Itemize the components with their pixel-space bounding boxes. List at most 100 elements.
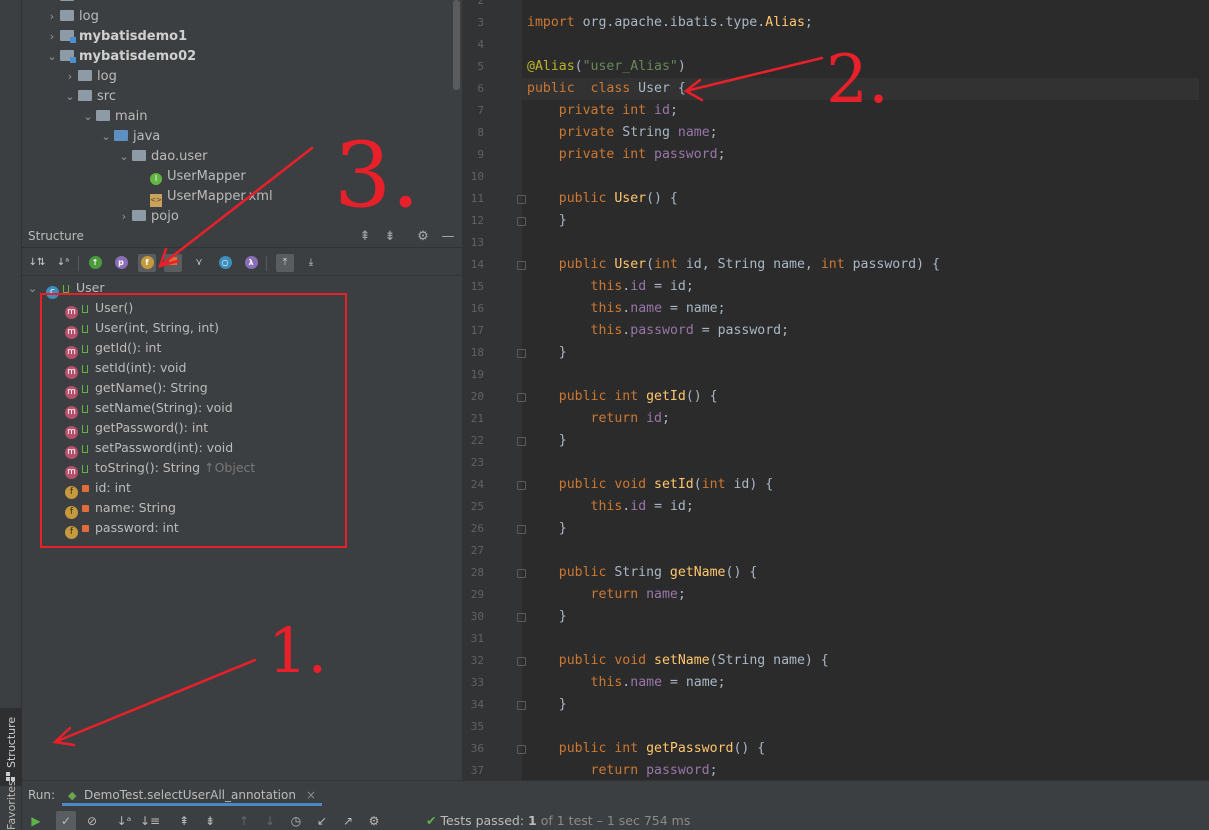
project-tree-item[interactable]: › log (62, 67, 117, 87)
minimize-icon[interactable]: — (440, 229, 456, 245)
show-non-public-icon[interactable] (164, 254, 182, 272)
project-tree-item[interactable]: ⌄ main (80, 107, 147, 127)
collapse-all-icon[interactable]: ⇟ (200, 811, 220, 830)
rerun-icon[interactable]: ▶ (26, 811, 46, 830)
code-token: public void (558, 653, 655, 668)
run-config-tab[interactable]: ◆ DemoTest.selectUserAll_annotation × (62, 784, 322, 806)
project-tree-item[interactable]: › mybatisdemo1 (44, 27, 187, 47)
show-fields-icon[interactable]: f (138, 254, 156, 272)
collapse-all-icon[interactable]: ⇟ (382, 229, 398, 245)
line-number: 4 (477, 38, 484, 51)
line-number: 35 (470, 720, 484, 733)
folder-icon (132, 210, 146, 221)
fold-marker-icon[interactable] (517, 481, 526, 490)
code-token: name (630, 675, 663, 690)
chevron-right-icon[interactable]: › (44, 0, 60, 7)
project-tree-scrollbar[interactable] (453, 0, 460, 90)
chevron-down-icon[interactable]: ⌄ (116, 147, 132, 167)
previous-failed-icon[interactable]: ↑ (234, 811, 254, 830)
folder-icon (60, 0, 74, 1)
project-tree-item[interactable]: I UserMapper (134, 167, 246, 187)
editor-scrollbar[interactable] (1199, 0, 1209, 780)
project-tree-item[interactable]: ⌄ dao.user (116, 147, 207, 167)
show-ignored-icon[interactable]: ⊘ (82, 811, 102, 830)
chevron-down-icon[interactable]: ⌄ (62, 87, 78, 107)
gear-icon[interactable]: ⚙ (364, 811, 384, 830)
folder-icon (78, 70, 92, 81)
fold-marker-icon[interactable] (517, 349, 526, 358)
code-line: public User(int id, String name, int pas… (527, 254, 940, 276)
code-line: this.name = name; (527, 298, 726, 320)
code-token: ( (574, 59, 583, 74)
chevron-down-icon[interactable]: ⌄ (98, 127, 114, 147)
export-tests-icon[interactable]: ↗ (338, 811, 358, 830)
line-number: 20 (470, 390, 484, 403)
favorites-side-tab[interactable]: Favorites (0, 780, 22, 830)
sort-alphabetically-icon[interactable]: ↓ᵃ (54, 254, 72, 272)
line-number: 28 (470, 566, 484, 579)
show-passed-icon[interactable]: ✓ (56, 811, 76, 830)
show-inherited-icon[interactable]: ↑ (86, 254, 104, 272)
project-tree-item[interactable]: <> UserMapper.xml (134, 187, 273, 207)
chevron-down-icon[interactable]: ⌄ (80, 107, 96, 127)
code-token: = name; (662, 675, 726, 690)
chevron-down-icon[interactable]: ⌄ (44, 47, 60, 67)
chevron-right-icon[interactable]: › (44, 27, 60, 47)
fold-marker-icon[interactable] (517, 261, 526, 270)
fold-marker-icon[interactable] (517, 745, 526, 754)
show-properties-icon[interactable]: p (112, 254, 130, 272)
fold-marker-icon[interactable] (517, 437, 526, 446)
code-token: ; (709, 125, 718, 140)
show-hierarchy-icon[interactable]: ⋎ (190, 254, 208, 272)
autoscroll-to-source-icon[interactable]: ⤒ (276, 254, 294, 272)
expand-all-icon[interactable]: ⇞ (357, 229, 373, 245)
chevron-right-icon[interactable]: › (44, 7, 60, 27)
fold-marker-icon[interactable] (517, 613, 526, 622)
autoscroll-from-source-icon[interactable]: ⤓ (302, 254, 320, 272)
fold-marker-icon[interactable] (517, 217, 526, 226)
test-history-icon[interactable]: ◷ (286, 811, 306, 830)
code-token: public class (527, 81, 639, 96)
chevron-right-icon[interactable]: › (62, 67, 78, 87)
chevron-right-icon[interactable]: › (116, 207, 132, 226)
fold-marker-icon[interactable] (517, 525, 526, 534)
project-tree-item[interactable]: › idea (44, 0, 107, 7)
sort-alphabetically-icon[interactable]: ↓ᵃ (114, 811, 134, 830)
code-token: password (630, 323, 694, 338)
project-tree-item[interactable]: ⌄ mybatisdemo02 (44, 47, 196, 67)
code-token: public (558, 565, 615, 580)
line-number: 7 (477, 104, 484, 117)
fold-marker-icon[interactable] (517, 701, 526, 710)
code-token: public int (558, 741, 647, 756)
fold-marker-icon[interactable] (517, 393, 526, 402)
code-editor[interactable]: 2 3 4 5 6 7 8 9 10 11 12 13 14 15 16 17 18 19 20 21 22 23 24 25… (462, 0, 1209, 780)
fold-marker-icon[interactable] (517, 195, 526, 204)
fold-marker-icon[interactable] (517, 657, 526, 666)
show-lambdas-icon[interactable]: λ (242, 254, 260, 272)
code-token: () { (733, 741, 766, 756)
import-tests-icon[interactable]: ↙ (312, 811, 332, 830)
structure-side-tab[interactable]: Structure (0, 708, 22, 786)
project-tree-item[interactable]: › pojo (116, 207, 179, 226)
code-token: String (614, 565, 670, 580)
project-tree-item[interactable]: ⌄ java (98, 127, 160, 147)
fold-marker-icon[interactable] (517, 569, 526, 578)
sort-by-visibility-icon[interactable]: ↓⇅ (28, 254, 46, 272)
show-anonymous-icon[interactable]: ○ (216, 254, 234, 272)
line-number: 11 (470, 192, 484, 205)
project-tree-item-label: main (115, 109, 148, 124)
project-tree: ›idea›log›mybatisdemo1⌄mybatisdemo02›log… (22, 0, 462, 226)
code-token: ; (717, 147, 726, 162)
project-tree-item[interactable]: › log (44, 7, 99, 27)
close-icon[interactable]: × (306, 788, 316, 802)
project-tree-item[interactable]: ⌄ src (62, 87, 116, 107)
code-token: "user_Alias" (582, 59, 678, 74)
gear-icon[interactable]: ⚙ (415, 229, 431, 245)
expand-all-icon[interactable]: ⇞ (174, 811, 194, 830)
next-failed-icon[interactable]: ↓ (260, 811, 280, 830)
sort-by-duration-icon[interactable]: ↓≡ (140, 811, 160, 830)
